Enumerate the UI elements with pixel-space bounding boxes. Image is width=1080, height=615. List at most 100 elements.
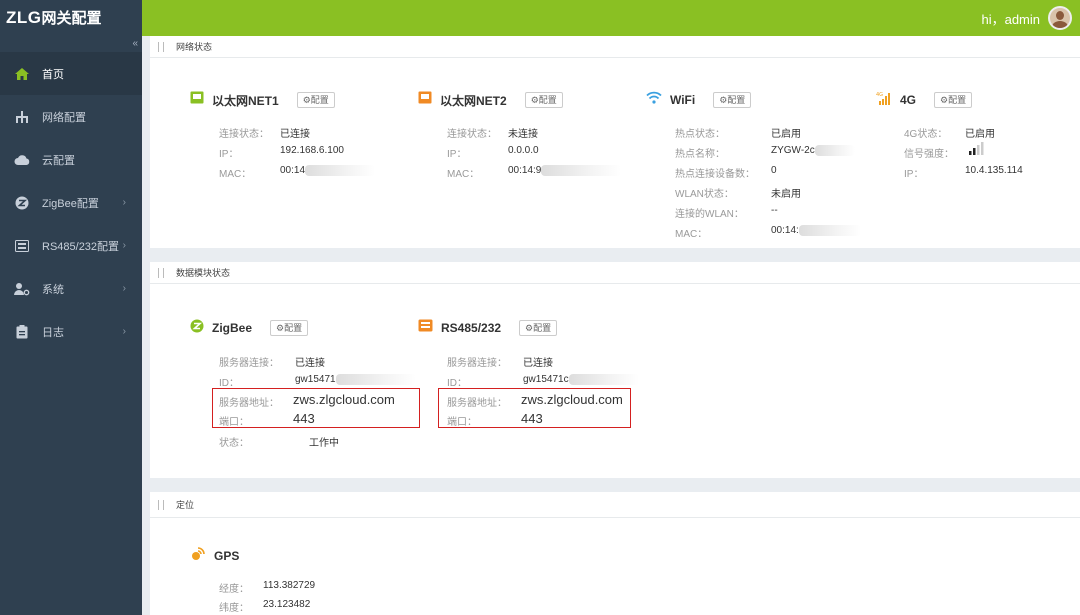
top-bar: hi，admin [142, 0, 1080, 36]
wifi-card: WiFi ⚙配置 [646, 90, 752, 110]
wifi-icon [646, 91, 662, 109]
sidebar-item-label: 系统 [42, 283, 64, 296]
zigbee-icon [14, 195, 30, 211]
panel-header: 定位 [150, 492, 1080, 518]
4g-row-status: 4G状态： 已启用 [904, 129, 995, 140]
panel-title: 数据模块状态 [176, 268, 231, 278]
net2-row-ip: IP： 0.0.0.0 [447, 145, 539, 160]
signal-bar [977, 145, 980, 155]
net1-row-ip: IP： 192.168.6.100 [219, 145, 344, 160]
4g-row-signal: 信号强度： [904, 142, 984, 160]
config-button[interactable]: ⚙配置 [296, 92, 335, 108]
net1-card: 以太网NET1 ⚙配置 [190, 90, 335, 110]
sidebar-item-label: 日志 [42, 326, 64, 339]
grip-icon [158, 499, 164, 510]
sidebar-item-label: 云配置 [42, 154, 75, 167]
zigbee-row-id: ID： gw15471 [219, 374, 416, 389]
card-title: 4G [900, 93, 917, 107]
config-button[interactable]: ⚙配置 [524, 92, 563, 108]
card-title: WiFi [670, 93, 696, 107]
chevron-right-icon: › [122, 197, 126, 208]
zigbee-row-server-connection: 服务器连接： 已连接 [219, 358, 325, 369]
gps-row-latitude: 纬度： 23.123482 [219, 599, 311, 614]
wifi-row-connected-wlan: 连接的WLAN： -- [675, 205, 778, 220]
chevron-right-icon: › [122, 283, 126, 294]
zigbee-highlight-box [212, 388, 420, 428]
net2-row-status: 连接状态： 未连接 [447, 129, 538, 140]
net1-row-status: 连接状态： 已连接 [219, 129, 310, 140]
log-icon [14, 324, 30, 340]
signal-bar [981, 142, 984, 155]
svg-text:4G: 4G [876, 92, 883, 98]
net2-row-mac: MAC： 00:14:9 [447, 165, 622, 180]
rs485-row-id: ID： gw15471c [447, 374, 639, 389]
sidebar-item-serial[interactable]: RS485/232配置 › [0, 224, 142, 267]
user-menu[interactable]: hi，admin [981, 4, 1072, 32]
greeting-text: hi，admin [981, 11, 1040, 27]
chevron-right-icon: › [122, 240, 126, 251]
panel-header: 网络状态 [150, 36, 1080, 58]
panel-header: 数据模块状态 [150, 262, 1080, 284]
signal-bar [969, 151, 972, 155]
net2-card: 以太网NET2 ⚙配置 [418, 90, 563, 110]
card-title: 以太网NET2 [440, 93, 507, 108]
panel-title: 定位 [176, 500, 195, 510]
config-button[interactable]: ⚙配置 [270, 320, 309, 336]
network-icon [14, 109, 30, 125]
4g-card: 4G 4G ⚙配置 [876, 90, 973, 110]
serial-icon [14, 238, 30, 254]
config-button[interactable]: ⚙配置 [519, 320, 558, 336]
wifi-row-mac: MAC： 00:14: [675, 225, 861, 240]
sidebar-item-network[interactable]: 网络配置 [0, 95, 142, 138]
cloud-icon [14, 152, 30, 168]
signal-strength-icon [967, 141, 987, 158]
sidebar: « 首页 网络配置 云配置 ZigBee配置 › RS485/232配置 › 系… [0, 36, 142, 615]
4g-row-ip: IP： 10.4.135.114 [904, 165, 1023, 180]
zigbee-icon [190, 319, 204, 338]
config-button[interactable]: ⚙配置 [713, 92, 752, 108]
sidebar-item-label: RS485/232配置 [42, 240, 120, 253]
wifi-row-device-count: 热点连接设备数： 0 [675, 165, 777, 180]
home-icon [14, 66, 30, 82]
config-button[interactable]: ⚙配置 [934, 92, 973, 108]
grip-icon [158, 267, 164, 278]
sidebar-item-zigbee[interactable]: ZigBee配置 › [0, 181, 142, 224]
data-module-panel: 数据模块状态 ZigBee ⚙配置 服务器连接： 已连接 ID： gw15471 服… [150, 262, 1080, 478]
gps-row-longitude: 经度： 113.382729 [219, 580, 316, 595]
panel-title: 网络状态 [176, 42, 213, 52]
zigbee-row-state: 状态： 工作中 [219, 438, 339, 449]
zigbee-card: ZigBee ⚙配置 [190, 318, 309, 338]
wifi-row-hotspot-name: 热点名称： ZYGW-2c [675, 145, 855, 160]
chevron-right-icon: › [122, 326, 126, 337]
location-panel: 定位 GPS 经度： 113.382729 纬度： 23.123482 [150, 492, 1080, 615]
rs485-row-server-connection: 服务器连接： 已连接 [447, 358, 553, 369]
rs485-card: RS485/232 ⚙配置 [418, 318, 558, 338]
sidebar-item-label: 首页 [42, 68, 64, 81]
card-title: 以太网NET1 [212, 93, 279, 108]
app-logo[interactable]: ZLG网关配置 [0, 0, 142, 36]
card-title: GPS [214, 549, 240, 563]
sidebar-item-home[interactable]: 首页 [0, 52, 142, 95]
sidebar-item-label: 网络配置 [42, 111, 86, 124]
grip-icon [158, 41, 164, 52]
avatar[interactable] [1048, 6, 1072, 30]
signal-bar [973, 148, 976, 155]
system-icon [14, 281, 30, 297]
card-title: ZigBee [212, 321, 253, 335]
wifi-row-hotspot-status: 热点状态： 已启用 [675, 129, 801, 140]
card-title: RS485/232 [441, 321, 502, 335]
sidebar-item-cloud[interactable]: 云配置 [0, 138, 142, 181]
collapse-sidebar-icon[interactable]: « [132, 38, 138, 49]
gps-card: GPS [190, 546, 239, 566]
rs485-highlight-box [438, 388, 631, 428]
gps-icon [190, 546, 206, 567]
net1-row-mac: MAC： 00:14 [219, 165, 376, 180]
sidebar-item-system[interactable]: 系统 › [0, 267, 142, 310]
ethernet-icon [190, 91, 204, 109]
network-status-panel: 网络状态 以太网NET1 ⚙配置 连接状态： 已连接 IP： 192.168.6.1… [150, 36, 1080, 248]
sidebar-item-log[interactable]: 日志 › [0, 310, 142, 353]
wifi-row-wlan-status: WLAN状态： 未启用 [675, 189, 801, 200]
serial-icon [418, 319, 433, 337]
ethernet-icon [418, 91, 432, 109]
sidebar-item-label: ZigBee配置 [42, 197, 99, 210]
